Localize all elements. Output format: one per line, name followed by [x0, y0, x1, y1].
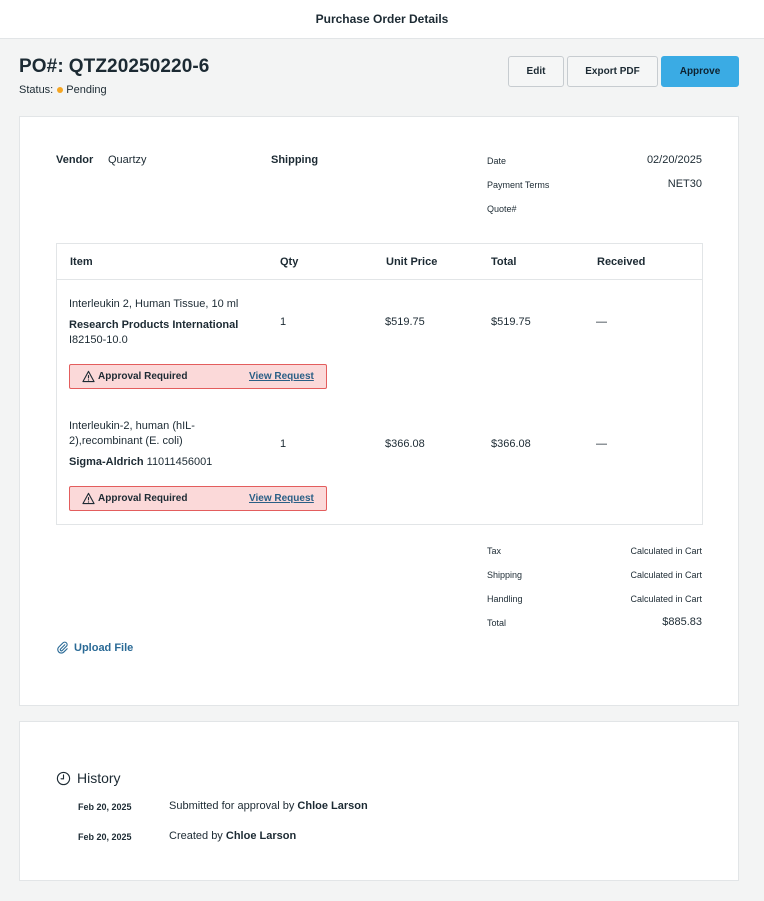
status-line: Status: Pending [19, 84, 107, 96]
history-entry-date: Feb 20, 2025 [78, 802, 132, 812]
history-card: History Feb 20, 2025 Submitted for appro… [19, 721, 739, 881]
column-header-unit-price: Unit Price [386, 256, 438, 268]
date-label: Date [487, 156, 507, 166]
approval-required-text: Approval Required [98, 371, 188, 382]
po-title: PO#: QTZ20250220-6 [19, 56, 209, 78]
clock-icon [56, 771, 71, 785]
item-unit-price: $519.75 [385, 316, 425, 328]
column-header-item: Item [70, 256, 93, 268]
warning-icon [82, 370, 95, 383]
column-header-total: Total [491, 256, 517, 268]
item-vendor: Sigma-Aldrich 11011456001 [69, 456, 213, 468]
page-header-title: Purchase Order Details [315, 12, 449, 26]
item-total: $519.75 [491, 316, 531, 328]
items-table: Item Qty Unit Price Total Received Inter… [56, 243, 703, 525]
status-dot-icon [57, 87, 64, 93]
item-qty: 1 [280, 316, 287, 328]
handling-value: Calculated in Cart [630, 594, 702, 604]
total-value: $885.83 [662, 616, 702, 628]
approval-required-banner: Approval Required View Request [69, 486, 327, 511]
history-entry-text: Submitted for approval by Chloe Larson [169, 800, 368, 812]
upload-file-label: Upload File [74, 641, 134, 654]
history-entry-text: Created by Chloe Larson [169, 830, 297, 842]
item-unit-price: $366.08 [385, 438, 425, 450]
table-header: Item Qty Unit Price Total Received [57, 244, 702, 280]
table-row: Interleukin-2, human (hIL-2),recombinant… [57, 402, 702, 524]
quote-label: Quote# [487, 204, 517, 214]
item-total: $366.08 [491, 438, 531, 450]
export-pdf-button[interactable]: Export PDF [567, 56, 658, 87]
approval-required-banner: Approval Required View Request [69, 364, 327, 389]
po-label: PO#: [19, 56, 64, 77]
item-qty: 1 [280, 438, 287, 450]
vendor-label: Vendor [56, 154, 94, 166]
item-sku: 11011456001 [146, 456, 213, 468]
approval-required-text: Approval Required [98, 493, 188, 504]
view-request-link[interactable]: View Request [249, 493, 314, 504]
warning-icon [82, 492, 95, 505]
upload-file-button[interactable]: Upload File [56, 641, 133, 654]
item-name: Interleukin-2, human (hIL-2),recombinant… [69, 420, 195, 447]
tax-label: Tax [487, 546, 502, 556]
view-request-link[interactable]: View Request [249, 371, 314, 382]
history-title: History [77, 770, 121, 786]
date-value: 02/20/2025 [646, 154, 702, 166]
shipping-label: Shipping [271, 154, 319, 166]
item-received: — [596, 438, 607, 450]
item-sku: I82150-10.0 [69, 334, 128, 346]
top-bar: Purchase Order Details [0, 0, 764, 39]
item-received: — [596, 316, 607, 328]
summary-shipping-label: Shipping [487, 570, 523, 580]
approve-button[interactable]: Approve [661, 56, 739, 87]
payment-terms-value: NET30 [667, 178, 702, 190]
item-vendor: Research Products International [69, 319, 239, 331]
status-label: Status: [19, 84, 54, 96]
history-entry-date: Feb 20, 2025 [78, 832, 132, 842]
table-row: Interleukin 2, Human Tissue, 10 ml Resea… [57, 280, 702, 402]
po-number: QTZ20250220-6 [68, 56, 210, 77]
vendor-value: Quartzy [108, 154, 147, 166]
po-details-card: Vendor Quartzy Shipping Date 02/20/2025 … [19, 116, 739, 706]
handling-label: Handling [487, 594, 523, 604]
paperclip-icon [57, 641, 68, 654]
edit-button[interactable]: Edit [508, 56, 564, 87]
column-header-received: Received [597, 256, 646, 268]
summary-shipping-value: Calculated in Cart [630, 570, 702, 580]
payment-terms-label: Payment Terms [487, 180, 550, 190]
item-name: Interleukin 2, Human Tissue, 10 ml [69, 298, 239, 310]
status-value: Pending [66, 84, 107, 96]
history-header: History [56, 770, 121, 786]
tax-value: Calculated in Cart [630, 546, 702, 556]
total-label: Total [487, 618, 507, 628]
column-header-qty: Qty [280, 256, 299, 268]
